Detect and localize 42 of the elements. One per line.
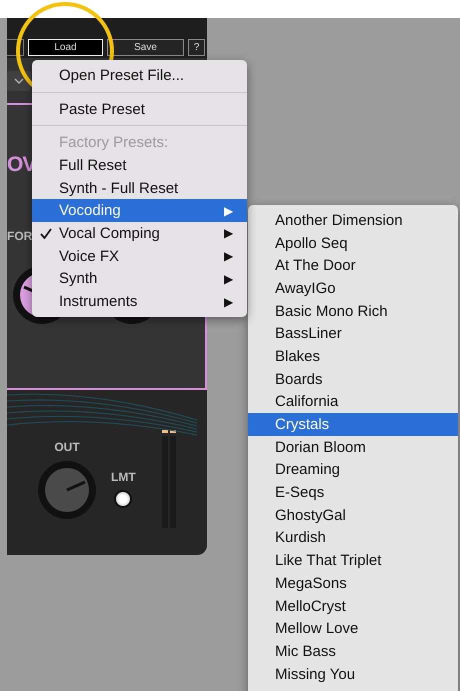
menu-item[interactable]: Mic Bass — [248, 640, 458, 663]
menu-item[interactable]: Full Reset — [32, 154, 247, 177]
menu-item[interactable]: California — [248, 390, 458, 414]
menu-item[interactable]: Dorian Bloom — [248, 436, 458, 459]
menu-item[interactable]: BassLiner — [248, 322, 458, 346]
menu-item[interactable]: Apollo Seq — [248, 232, 458, 254]
output-label: OUT — [54, 440, 80, 454]
menu-item[interactable]: Another Dimension — [248, 209, 458, 232]
menu-item[interactable]: Blakes — [248, 345, 458, 368]
menu-item[interactable]: Instruments ▶ — [32, 290, 247, 313]
submenu-arrow: ▶ — [224, 226, 233, 240]
submenu-arrow: ▶ — [224, 249, 233, 264]
submenu-arrow: ▶ — [224, 294, 233, 309]
limiter-label: LMT — [111, 470, 136, 484]
menu-item[interactable]: AwayIGo — [248, 277, 458, 300]
menu-item[interactable]: Like That Triplet — [248, 549, 458, 572]
menu-item[interactable]: MelloCryst — [248, 594, 458, 618]
menu-item[interactable]: Synth ▶ — [32, 268, 247, 290]
menu-item[interactable]: Kurdish — [248, 526, 458, 550]
menu-item[interactable]: MegaSons — [248, 572, 458, 595]
menu-item[interactable]: Boards — [248, 368, 458, 390]
menu-item[interactable]: Mellow Love — [248, 617, 458, 640]
menu-item[interactable]: E-Seqs — [248, 481, 458, 504]
menu-item[interactable]: Vocal Comping ▶ — [32, 222, 247, 245]
menu-item[interactable]: Voice FX ▶ — [32, 244, 247, 268]
toolbar-button[interactable]: ? — [188, 39, 205, 56]
submenu-arrow: ▶ — [224, 204, 233, 218]
menu-item[interactable]: Paste Preset — [32, 98, 247, 120]
menu-item[interactable]: Dreaming — [248, 458, 458, 482]
menu-item[interactable]: Missing You — [248, 662, 458, 686]
menu-item[interactable]: Vocoding ▶ — [32, 199, 247, 222]
toolbar-button[interactable]: Save — [107, 39, 184, 56]
submenu-arrow: ▶ — [224, 272, 233, 286]
menu-header: Factory Presets: — [58, 133, 170, 154]
menu-item[interactable]: Crystals — [248, 413, 458, 436]
toolbar-button[interactable]: Load — [28, 39, 103, 56]
menu-item[interactable]: Synth - Full Reset — [32, 176, 247, 200]
knob-label: FOR — [7, 229, 32, 243]
menu-item[interactable]: At The Door — [248, 254, 458, 278]
menu-item[interactable]: GhostyGal — [248, 504, 458, 527]
menu-item[interactable]: Open Preset File... — [32, 64, 247, 87]
menu-item[interactable]: Basic Mono Rich — [248, 300, 458, 322]
